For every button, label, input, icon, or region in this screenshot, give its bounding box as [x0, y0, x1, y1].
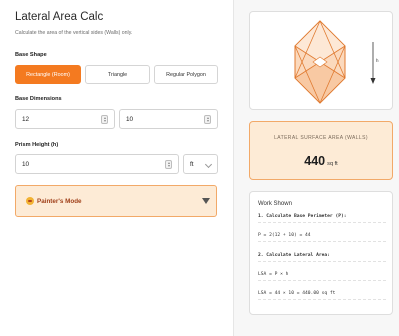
caret-down-icon — [202, 198, 210, 204]
base-width-input[interactable]: 10 — [119, 109, 218, 129]
height-unit-select[interactable]: ft — [183, 154, 218, 174]
length-stepper[interactable] — [101, 115, 108, 124]
work-shown-card: Work Shown 1. Calculate Base Perimeter (… — [249, 191, 393, 315]
height-arrow-label: h — [376, 58, 379, 63]
result-card: LATERAL SURFACE AREA (WALLS) 440 sq ft — [249, 121, 393, 180]
work-step-2-heading: 2. Calculate Lateral Area: — [258, 253, 386, 262]
result-label: LATERAL SURFACE AREA (WALLS) — [274, 135, 368, 141]
work-step-2-formula: LSA = P × h — [258, 272, 386, 281]
base-length-value: 12 — [22, 115, 30, 123]
work-step-2-result: LSA = 44 × 10 = 440.00 sq ft — [258, 291, 386, 300]
base-length-input[interactable]: 12 — [15, 109, 115, 129]
work-step-1-formula: P = 2(12 + 10) = 44 — [258, 233, 386, 242]
base-width-value: 10 — [126, 115, 134, 123]
page-subtitle: Calculate the area of the vertical sides… — [15, 30, 133, 36]
painters-mode-label: Painter's Mode — [37, 197, 82, 205]
prism-shape — [294, 20, 346, 104]
painters-mode-toggle[interactable]: Painter's Mode — [15, 185, 217, 217]
prism-diagram-card: h — [249, 11, 393, 110]
height-unit-value: ft — [190, 160, 194, 168]
shape-button-triangle[interactable]: Triangle — [85, 65, 150, 84]
width-stepper[interactable] — [204, 115, 211, 124]
chevron-down-icon — [204, 160, 213, 169]
shape-button-rectangle[interactable]: Rectangle (Room) — [15, 65, 81, 84]
prism-diagram: h — [294, 20, 379, 104]
prism-height-input[interactable]: 10 — [15, 154, 179, 174]
height-stepper[interactable] — [165, 160, 172, 169]
result-value-row: 440 sq ft — [250, 152, 392, 170]
prism-height-value: 10 — [22, 160, 30, 168]
height-arrow-icon — [370, 42, 376, 84]
page-title: Lateral Area Calc — [15, 11, 104, 23]
prism-height-label: Prism Height (h) — [15, 142, 59, 148]
result-value: 440 — [304, 154, 326, 168]
base-shape-label: Base Shape — [15, 52, 47, 58]
shape-button-regular-polygon[interactable]: Regular Polygon — [154, 65, 218, 84]
base-dimensions-label: Base Dimensions — [15, 96, 62, 102]
work-shown-title: Work Shown — [258, 201, 292, 207]
palette-icon — [26, 197, 34, 205]
result-unit: sq ft — [327, 161, 338, 167]
work-step-1-heading: 1. Calculate Base Perimeter (P): — [258, 214, 386, 223]
